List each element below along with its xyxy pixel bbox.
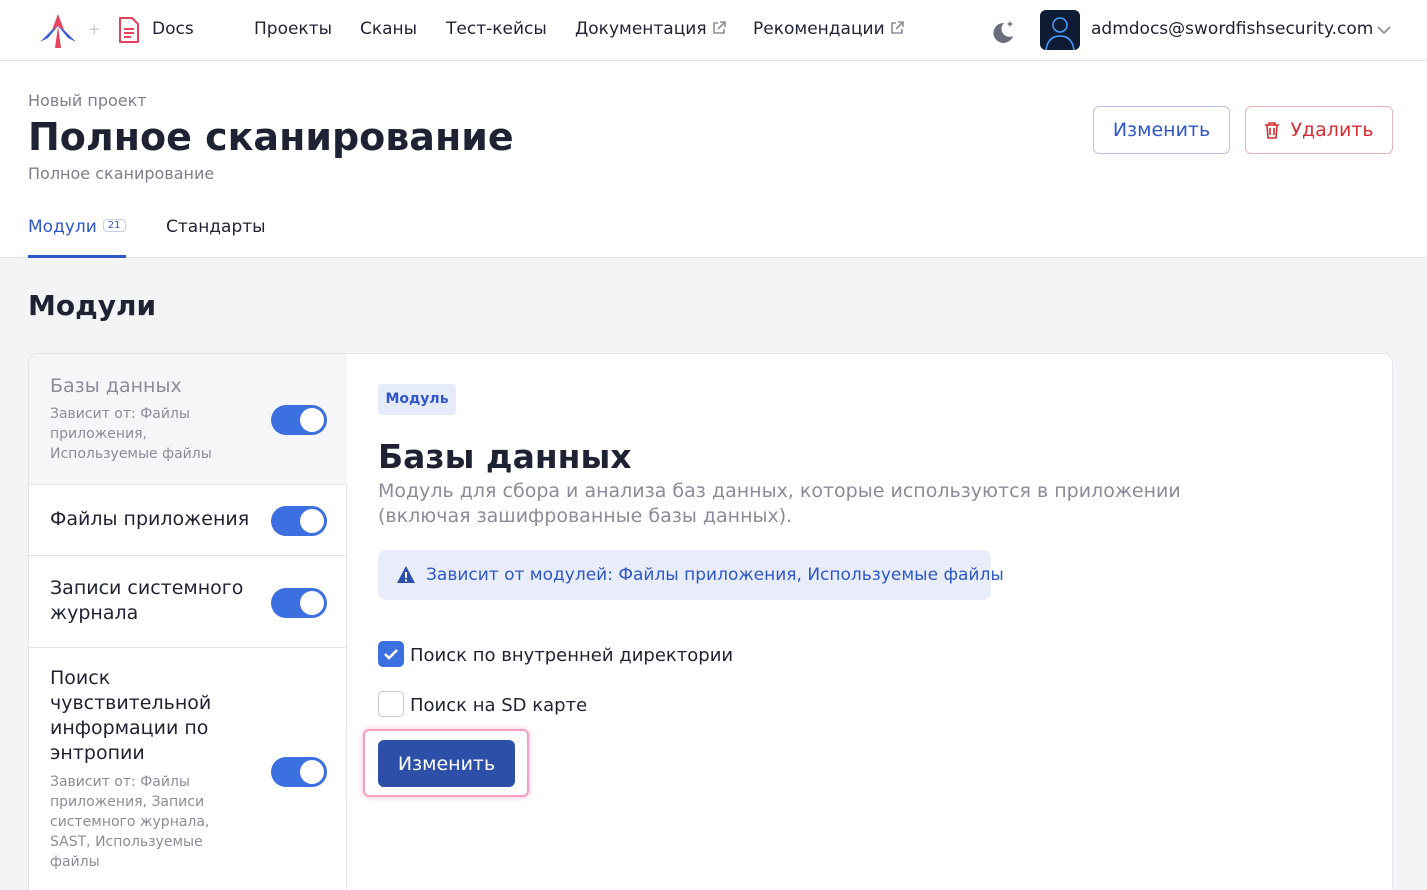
- module-item-entropy-search[interactable]: Поиск чувствительной информации по энтро…: [29, 648, 347, 890]
- save-button[interactable]: Изменить: [378, 740, 515, 787]
- docs-icon[interactable]: [117, 16, 141, 44]
- dependency-alert: Зависит от модулей: Файлы приложения, Ис…: [378, 550, 1004, 600]
- breadcrumb[interactable]: Новый проект: [28, 91, 147, 110]
- module-toggle[interactable]: [271, 405, 327, 435]
- nav-recommendations[interactable]: Рекомендации: [753, 19, 905, 39]
- check-icon: [384, 649, 398, 660]
- module-name: Поиск чувствительной информации по энтро…: [50, 667, 212, 764]
- delete-label: Удалить: [1290, 119, 1374, 141]
- nav-projects[interactable]: Проекты: [254, 19, 332, 39]
- avatar[interactable]: [1040, 10, 1080, 50]
- module-item-databases[interactable]: Базы данных Зависит от: Файлы приложения…: [29, 354, 347, 485]
- nav-test-cases[interactable]: Тест-кейсы: [446, 19, 547, 39]
- module-toggle[interactable]: [271, 588, 327, 618]
- nav-scans[interactable]: Сканы: [360, 19, 417, 39]
- modules-card: Базы данных Зависит от: Файлы приложения…: [28, 353, 1393, 890]
- external-link-icon: [712, 21, 726, 34]
- module-name: Файлы приложения: [50, 508, 250, 530]
- option-label[interactable]: Поиск на SD карте: [410, 695, 587, 716]
- page-subtitle: Полное сканирование: [28, 164, 215, 183]
- tab-modules[interactable]: Модули 21: [28, 217, 126, 237]
- project-header: Новый проект Полное сканирование Полное …: [0, 61, 1427, 258]
- active-tab-indicator: [28, 255, 126, 258]
- module-list: Базы данных Зависит от: Файлы приложения…: [29, 354, 347, 890]
- alert-text: Зависит от модулей: Файлы приложения, Ис…: [426, 565, 1004, 585]
- nav-documentation[interactable]: Документация: [575, 19, 727, 39]
- module-title: Базы данных: [378, 437, 632, 476]
- app-logo[interactable]: [38, 12, 78, 50]
- chevron-down-icon[interactable]: [1376, 24, 1392, 36]
- module-deps: Зависит от: Файлы приложения, Записи сис…: [50, 774, 210, 870]
- top-navbar: + Docs Проекты Сканы Тест-кейсы Документ…: [0, 0, 1427, 61]
- user-avatar-icon: [1045, 17, 1075, 50]
- delete-button[interactable]: Удалить: [1245, 106, 1393, 154]
- option-label[interactable]: Поиск по внутренней директории: [410, 645, 733, 666]
- module-item-system-log[interactable]: Записи системного журнала: [29, 556, 347, 648]
- tab-count-badge: 21: [102, 219, 126, 232]
- edit-button[interactable]: Изменить: [1093, 106, 1230, 154]
- plus-icon: +: [88, 20, 101, 38]
- module-badge: Модуль: [378, 384, 456, 415]
- module-item-app-files[interactable]: Файлы приложения: [29, 485, 347, 556]
- module-deps: Зависит от: Файлы приложения, Используем…: [50, 406, 212, 462]
- theme-toggle-icon[interactable]: [989, 18, 1017, 46]
- module-name: Записи системного журнала: [50, 577, 244, 624]
- module-description: Модуль для сбора и анализа баз данных, к…: [378, 480, 1181, 527]
- option-checkbox-internal-dir[interactable]: [378, 641, 404, 667]
- trash-icon: [1265, 122, 1280, 139]
- page-title: Полное сканирование: [28, 115, 514, 159]
- option-checkbox-sd-card[interactable]: [378, 691, 404, 717]
- external-link-icon: [890, 21, 904, 34]
- tab-standards[interactable]: Стандарты: [166, 217, 266, 237]
- warning-icon: [397, 566, 415, 583]
- module-toggle[interactable]: [271, 506, 327, 536]
- docs-label[interactable]: Docs: [152, 19, 194, 39]
- section-title: Модули: [28, 289, 157, 322]
- module-name: Базы данных: [50, 375, 182, 397]
- user-email[interactable]: admdocs@swordfishsecurity.com: [1091, 19, 1373, 39]
- module-toggle[interactable]: [271, 757, 327, 787]
